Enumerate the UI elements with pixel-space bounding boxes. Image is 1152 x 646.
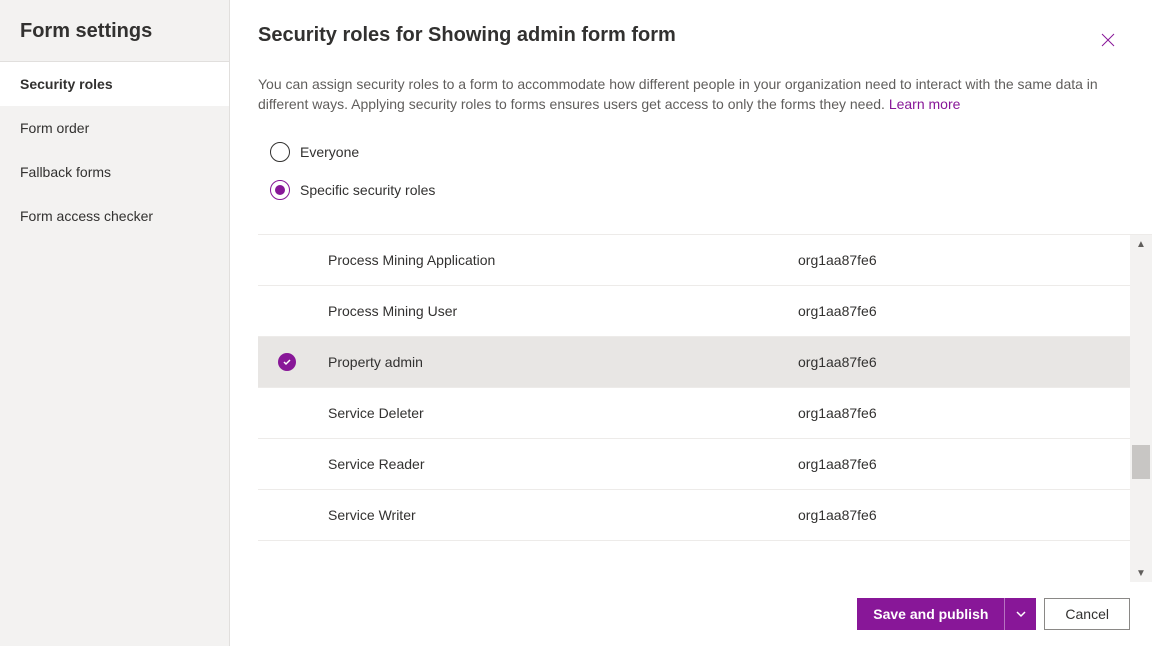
table-row[interactable]: Service Deleterorg1aa87fe6: [258, 388, 1152, 439]
role-org: org1aa87fe6: [798, 354, 877, 370]
radio-dot-icon: [275, 185, 285, 195]
table-row[interactable]: Process Mining Userorg1aa87fe6: [258, 286, 1152, 337]
main-panel: Security roles for Showing admin form fo…: [230, 0, 1152, 646]
radio-everyone[interactable]: Everyone: [270, 142, 1124, 162]
sidebar-item-fallback-forms[interactable]: Fallback forms: [0, 150, 229, 194]
role-name: Service Writer: [328, 507, 798, 523]
scroll-up-icon[interactable]: ▲: [1130, 235, 1152, 253]
panel-description: You can assign security roles to a form …: [230, 56, 1152, 114]
radio-specific-label: Specific security roles: [300, 182, 435, 198]
panel-title: Security roles for Showing admin form fo…: [258, 24, 676, 47]
table-row[interactable]: Property adminorg1aa87fe6: [258, 337, 1152, 388]
description-text: You can assign security roles to a form …: [258, 76, 1098, 112]
close-button[interactable]: [1092, 24, 1124, 56]
radio-circle-selected-icon: [270, 180, 290, 200]
role-org: org1aa87fe6: [798, 405, 877, 421]
role-org: org1aa87fe6: [798, 303, 877, 319]
role-org: org1aa87fe6: [798, 252, 877, 268]
radio-specific[interactable]: Specific security roles: [270, 180, 1124, 200]
radio-everyone-label: Everyone: [300, 144, 359, 160]
save-button-label: Save and publish: [857, 598, 1004, 630]
row-checkbox[interactable]: [278, 353, 328, 371]
role-org: org1aa87fe6: [798, 507, 877, 523]
table-row[interactable]: Process Mining Applicationorg1aa87fe6: [258, 235, 1152, 286]
role-name: Process Mining User: [328, 303, 798, 319]
table-row[interactable]: Service Writerorg1aa87fe6: [258, 490, 1152, 541]
role-name: Process Mining Application: [328, 252, 798, 268]
chevron-down-icon: [1015, 608, 1027, 620]
cancel-button[interactable]: Cancel: [1044, 598, 1130, 630]
sidebar-item-security-roles[interactable]: Security roles: [0, 62, 229, 106]
save-split-button[interactable]: [1004, 598, 1036, 630]
radio-group: Everyone Specific security roles: [230, 114, 1152, 230]
learn-more-link[interactable]: Learn more: [889, 96, 961, 112]
checkmark-icon: [278, 353, 296, 371]
footer: Save and publish Cancel: [230, 582, 1152, 646]
sidebar-item-form-access-checker[interactable]: Form access checker: [0, 194, 229, 238]
role-org: org1aa87fe6: [798, 456, 877, 472]
role-name: Service Deleter: [328, 405, 798, 421]
save-and-publish-button[interactable]: Save and publish: [857, 598, 1036, 630]
table-row[interactable]: Service Readerorg1aa87fe6: [258, 439, 1152, 490]
close-icon: [1100, 32, 1116, 48]
scroll-down-icon[interactable]: ▼: [1130, 564, 1152, 582]
roles-table: Process Mining Applicationorg1aa87fe6Pro…: [258, 234, 1152, 582]
role-name: Service Reader: [328, 456, 798, 472]
sidebar-header: Form settings: [0, 0, 229, 62]
role-name: Property admin: [328, 354, 798, 370]
scrollbar[interactable]: ▲ ▼: [1130, 235, 1152, 582]
radio-circle-icon: [270, 142, 290, 162]
sidebar: Form settings Security rolesForm orderFa…: [0, 0, 230, 646]
sidebar-item-form-order[interactable]: Form order: [0, 106, 229, 150]
scroll-thumb[interactable]: [1132, 445, 1150, 479]
